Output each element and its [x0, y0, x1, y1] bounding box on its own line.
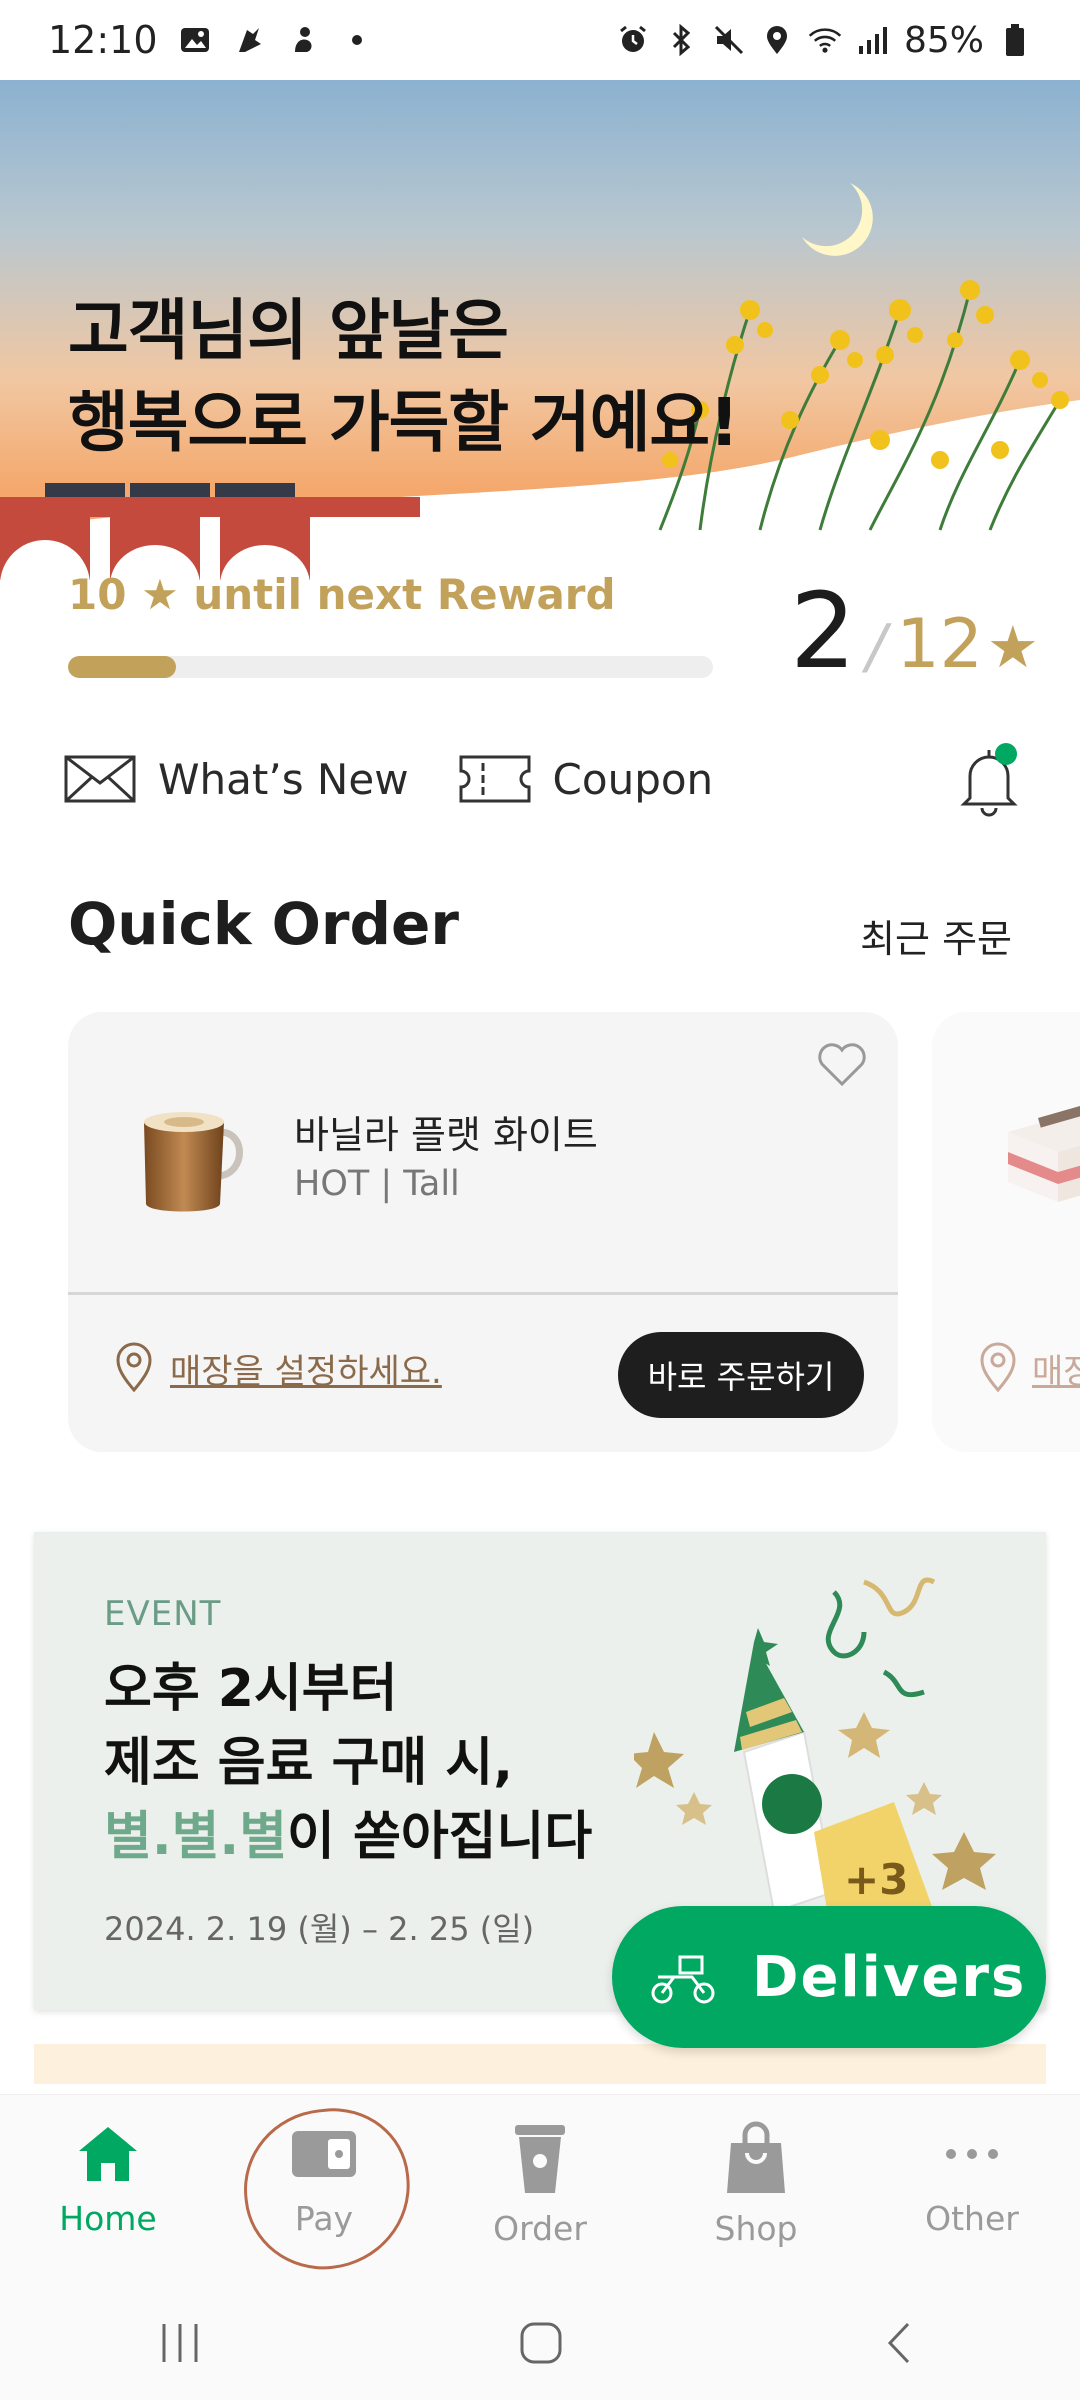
drink-name: 바닐라 플랫 화이트: [294, 1113, 598, 1157]
event-badge: +3: [844, 1855, 908, 1904]
signal-icon: [856, 23, 890, 57]
battery-percent: 85%: [903, 19, 984, 61]
event-line-3: 별.별.별이 쏟아집니다: [104, 1800, 592, 1874]
coupon-label: Coupon: [552, 754, 714, 804]
nav-pay[interactable]: Pay: [216, 2095, 432, 2286]
event-line-1: 오후 2시부터: [104, 1659, 398, 1719]
shopping-bag-icon: [727, 2121, 785, 2193]
nav-shop-label: Shop: [714, 2209, 798, 2248]
battery-icon: [998, 23, 1032, 57]
heart-icon: [818, 1043, 866, 1087]
event-date: 2024. 2. 19 (월) – 2. 25 (일): [104, 1910, 535, 1948]
pay-annotation-circle: [236, 2100, 418, 2278]
notification-bell-button[interactable]: [954, 740, 1024, 818]
nav-other-label: Other: [925, 2199, 1019, 2238]
set-store-label: 매장을 설정하세요.: [170, 1351, 442, 1392]
event-line-3-rest: 이 쏟아집니다: [287, 1807, 593, 1867]
quick-order-title: Quick Order: [68, 890, 459, 958]
wifi-icon: [808, 23, 842, 57]
reward-label: 10 ★ until next Reward: [68, 570, 616, 619]
cup-icon: [515, 2125, 565, 2193]
set-store-link[interactable]: 매장을 설정하세요.: [114, 1342, 442, 1394]
coupon-link[interactable]: Coupon: [459, 754, 714, 804]
envelope-icon: [64, 755, 136, 803]
event-line-2: 제조 음료 구매 시,: [104, 1733, 513, 1793]
stars-needed: 10: [68, 570, 127, 619]
reward-progress-fill: [68, 656, 176, 678]
links-row: What’s New Coupon: [64, 740, 1024, 818]
recent-apps-button[interactable]: [150, 2318, 210, 2368]
app-icon: [232, 23, 266, 57]
scooter-icon: [651, 1955, 715, 2004]
status-bar: 12:10 85%: [0, 0, 1080, 80]
next-banner-peek[interactable]: [34, 2044, 1046, 2084]
coupon-icon: [459, 755, 531, 803]
set-store-link-next[interactable]: 매장: [978, 1342, 1080, 1394]
quick-order-card[interactable]: 바닐라 플랫 화이트 HOT | Tall 매장을 설정하세요. 바로 주문하기: [68, 1012, 898, 1452]
cake-image: [1008, 1104, 1080, 1202]
location-icon: [760, 23, 794, 57]
card-divider: [68, 1292, 898, 1295]
event-tag: EVENT: [104, 1594, 222, 1634]
dot-icon: [340, 23, 374, 57]
event-title: 오후 2시부터 제조 음료 구매 시, 별.별.별이 쏟아집니다: [104, 1652, 592, 1874]
quick-order-card-next[interactable]: 매장: [932, 1012, 1080, 1452]
alarm-icon: [616, 23, 650, 57]
star-icon: ★: [141, 570, 179, 619]
whats-new-link[interactable]: What’s New: [64, 755, 409, 804]
nav-other[interactable]: Other: [864, 2095, 1080, 2286]
hero-banner[interactable]: 고객님의 앞날은 행복으로 가득할 거예요!: [0, 80, 1080, 580]
hero-line-1: 고객님의 앞날은: [68, 292, 509, 369]
delivers-label: Delivers: [752, 1944, 1027, 2010]
current-stars: 2: [790, 570, 857, 692]
home-icon: [79, 2127, 137, 2181]
order-now-button[interactable]: 바로 주문하기: [618, 1332, 864, 1418]
delivers-button[interactable]: Delivers: [612, 1906, 1046, 2048]
more-icon: [946, 2149, 998, 2159]
back-button[interactable]: [870, 2318, 930, 2368]
recent-orders-link[interactable]: 최근 주문: [860, 908, 1012, 963]
app-icon-2: [286, 23, 320, 57]
home-button[interactable]: [510, 2318, 570, 2368]
set-store-label-next: 매장: [1032, 1351, 1080, 1392]
gallery-icon: [178, 23, 212, 57]
reward-progress-bar: [68, 656, 713, 678]
bridge-train-illustration: [0, 483, 420, 580]
nav-home-label: Home: [59, 2199, 157, 2238]
bell-icon: [960, 743, 1018, 817]
hero-line-2: 행복으로 가득할 거예요!: [68, 384, 739, 461]
hero-headline: 고객님의 앞날은 행복으로 가득할 거예요!: [68, 285, 739, 469]
bluetooth-icon: [664, 23, 698, 57]
star-count[interactable]: 2 / 12 ★: [790, 570, 1039, 692]
nav-order[interactable]: Order: [432, 2095, 648, 2286]
drink-options: HOT | Tall: [294, 1164, 460, 1204]
system-navigation-bar: [0, 2286, 1080, 2400]
whats-new-label: What’s New: [158, 754, 409, 804]
slash-divider: /: [866, 612, 887, 682]
nav-home[interactable]: Home: [0, 2095, 216, 2286]
mute-icon: [712, 23, 746, 57]
favorite-button[interactable]: [816, 1042, 868, 1092]
location-pin-icon: [980, 1342, 1016, 1393]
event-highlight: 별.별.별: [104, 1807, 288, 1867]
nav-shop[interactable]: Shop: [648, 2095, 864, 2286]
star-icon: ★: [986, 613, 1039, 681]
nav-order-label: Order: [493, 2209, 587, 2248]
location-pin-icon: [116, 1342, 152, 1393]
total-stars: 12: [896, 605, 983, 684]
drink-image: [144, 1112, 243, 1212]
reward-text: until next Reward: [193, 570, 616, 619]
bottom-navigation: Home Pay Order Shop Other: [0, 2094, 1080, 2286]
status-time: 12:10: [48, 18, 158, 62]
